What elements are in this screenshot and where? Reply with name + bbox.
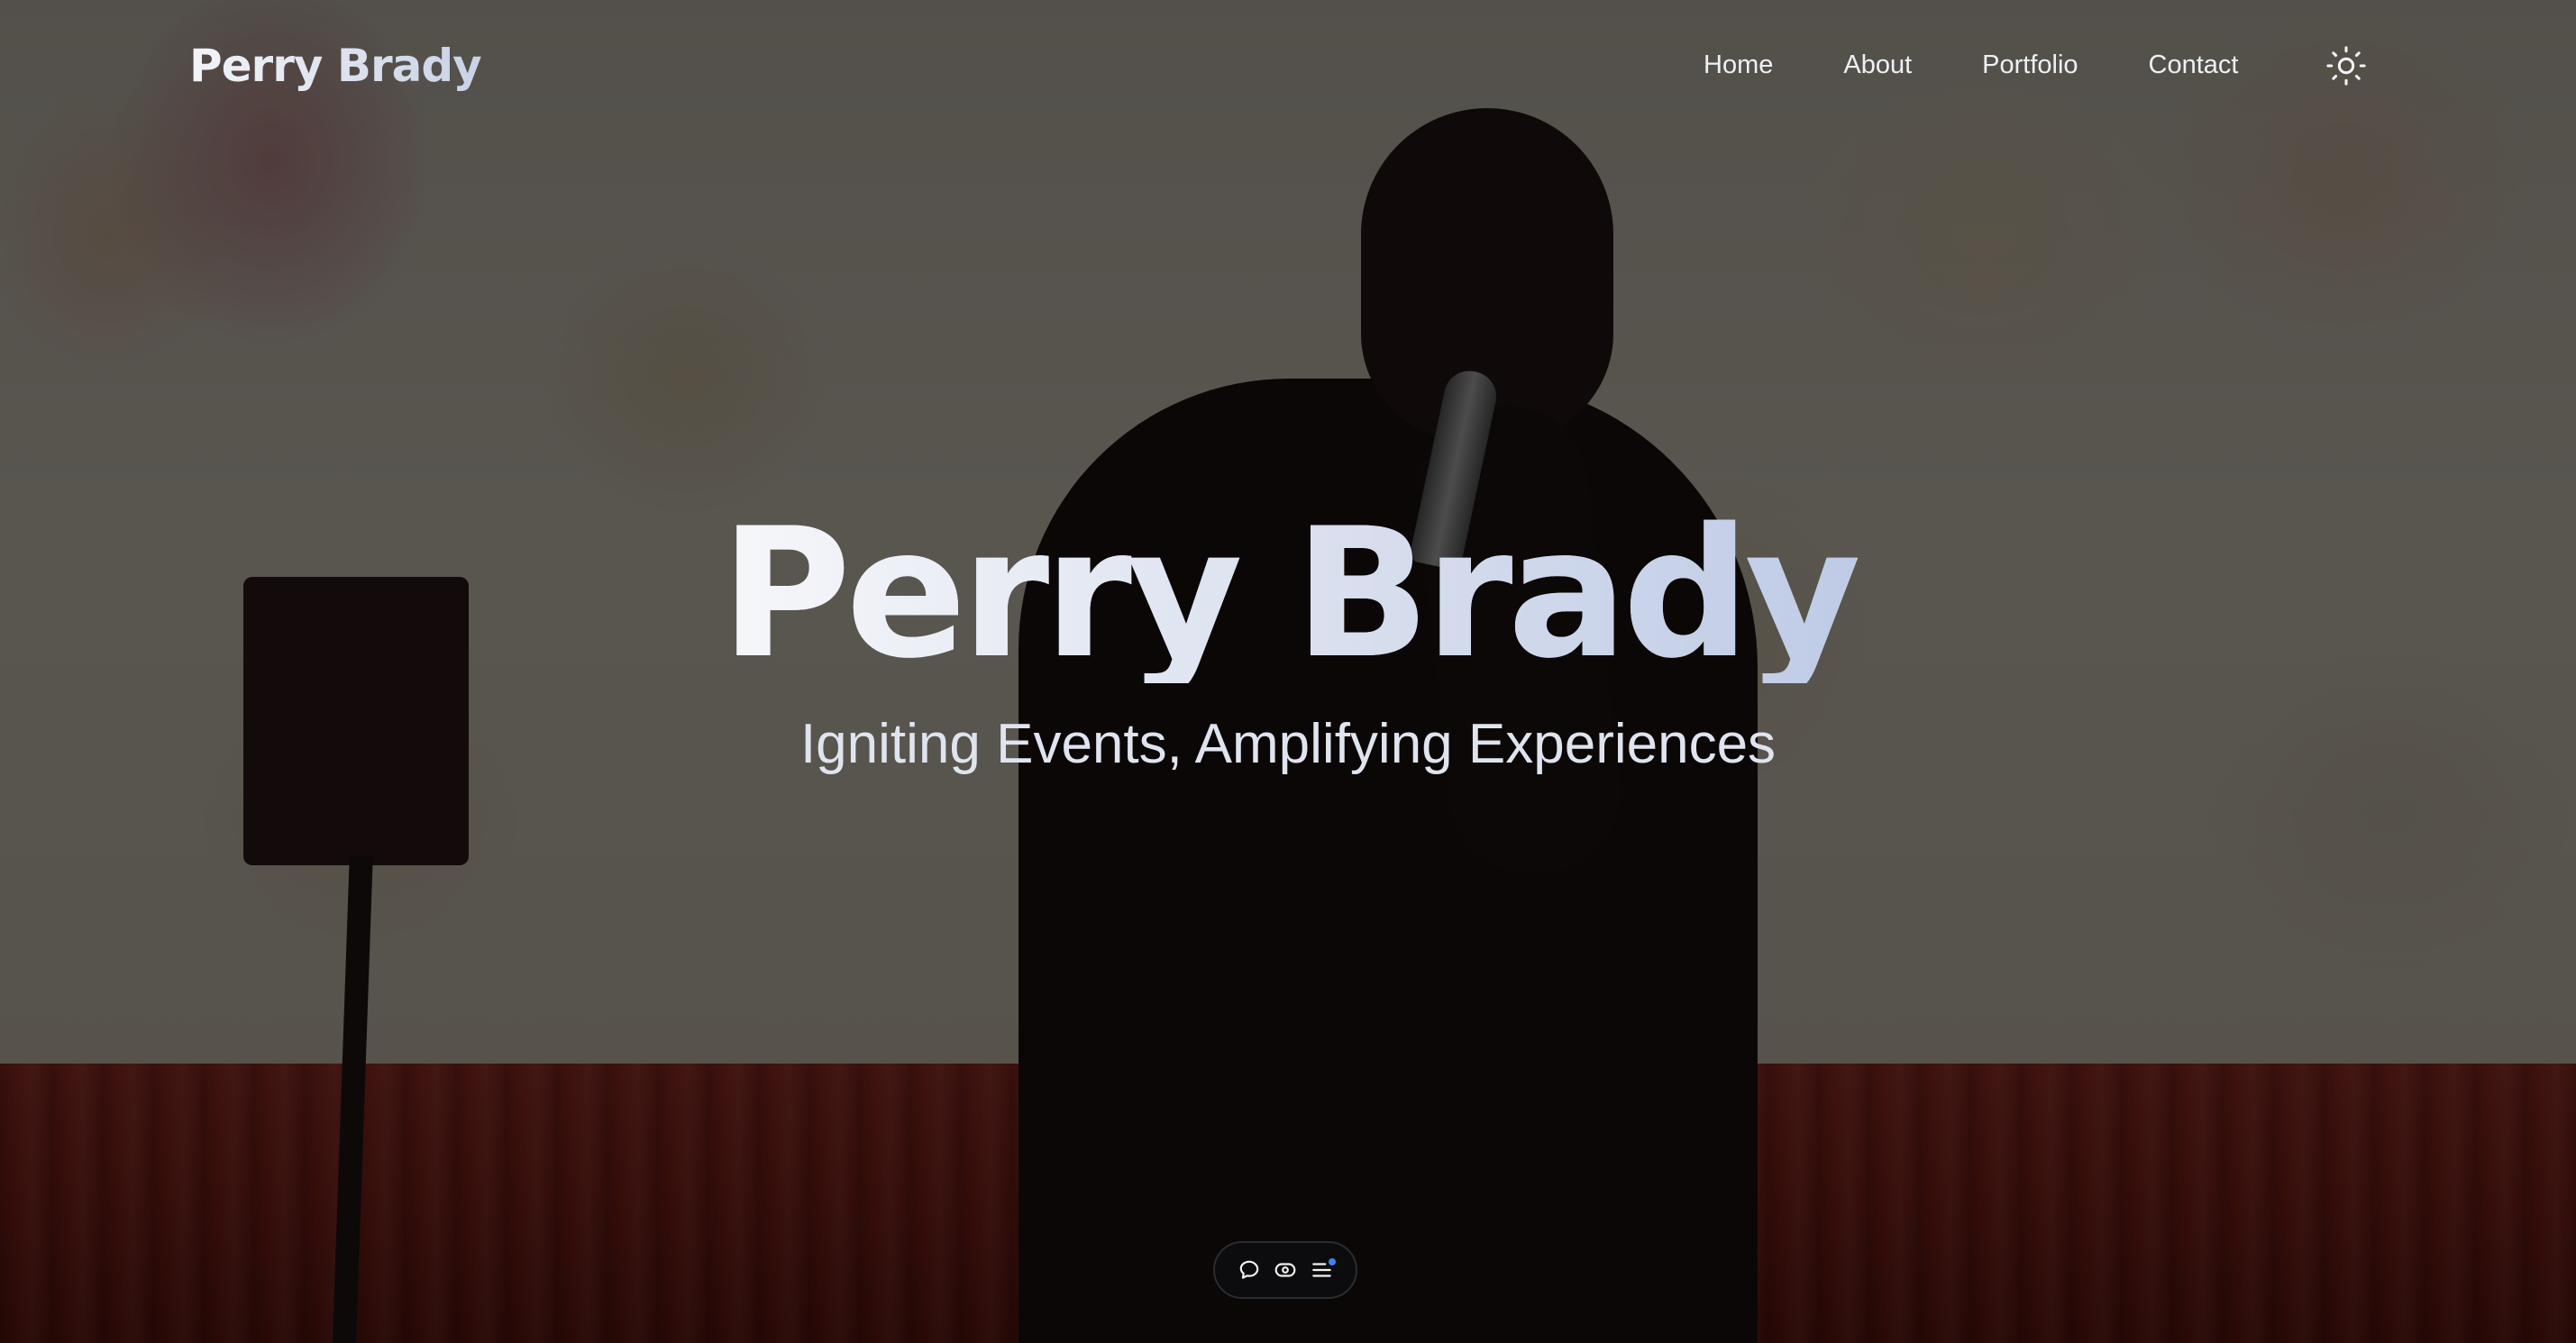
floating-toolbar <box>1213 1241 1357 1299</box>
hero-title: Perry Brady <box>0 505 2576 683</box>
brand-logo[interactable]: Perry Brady <box>189 40 482 92</box>
nav-link-contact[interactable]: Contact <box>2149 50 2239 80</box>
nav-link-portfolio[interactable]: Portfolio <box>1982 50 2078 80</box>
hero-title-text: Perry Brady <box>720 489 1861 698</box>
hero-section: Perry Brady Igniting Events, Amplifying … <box>0 0 2576 1343</box>
hero-subtitle: Igniting Events, Amplifying Experiences <box>799 713 1777 775</box>
top-navbar: Perry Brady Home About Portfolio Contact <box>0 0 2576 135</box>
view-button[interactable] <box>1270 1255 1301 1285</box>
sun-icon <box>2326 46 2366 86</box>
menu-button[interactable] <box>1307 1255 1338 1285</box>
comment-button[interactable] <box>1234 1255 1265 1285</box>
theme-toggle-button[interactable] <box>2325 45 2367 87</box>
eye-icon <box>1274 1263 1296 1277</box>
nav-link-home[interactable]: Home <box>1704 50 1773 80</box>
comment-icon <box>1239 1260 1258 1279</box>
notification-dot <box>1328 1258 1336 1265</box>
nav-link-about[interactable]: About <box>1843 50 1912 80</box>
nav-links: Home About Portfolio Contact <box>1704 50 2309 80</box>
